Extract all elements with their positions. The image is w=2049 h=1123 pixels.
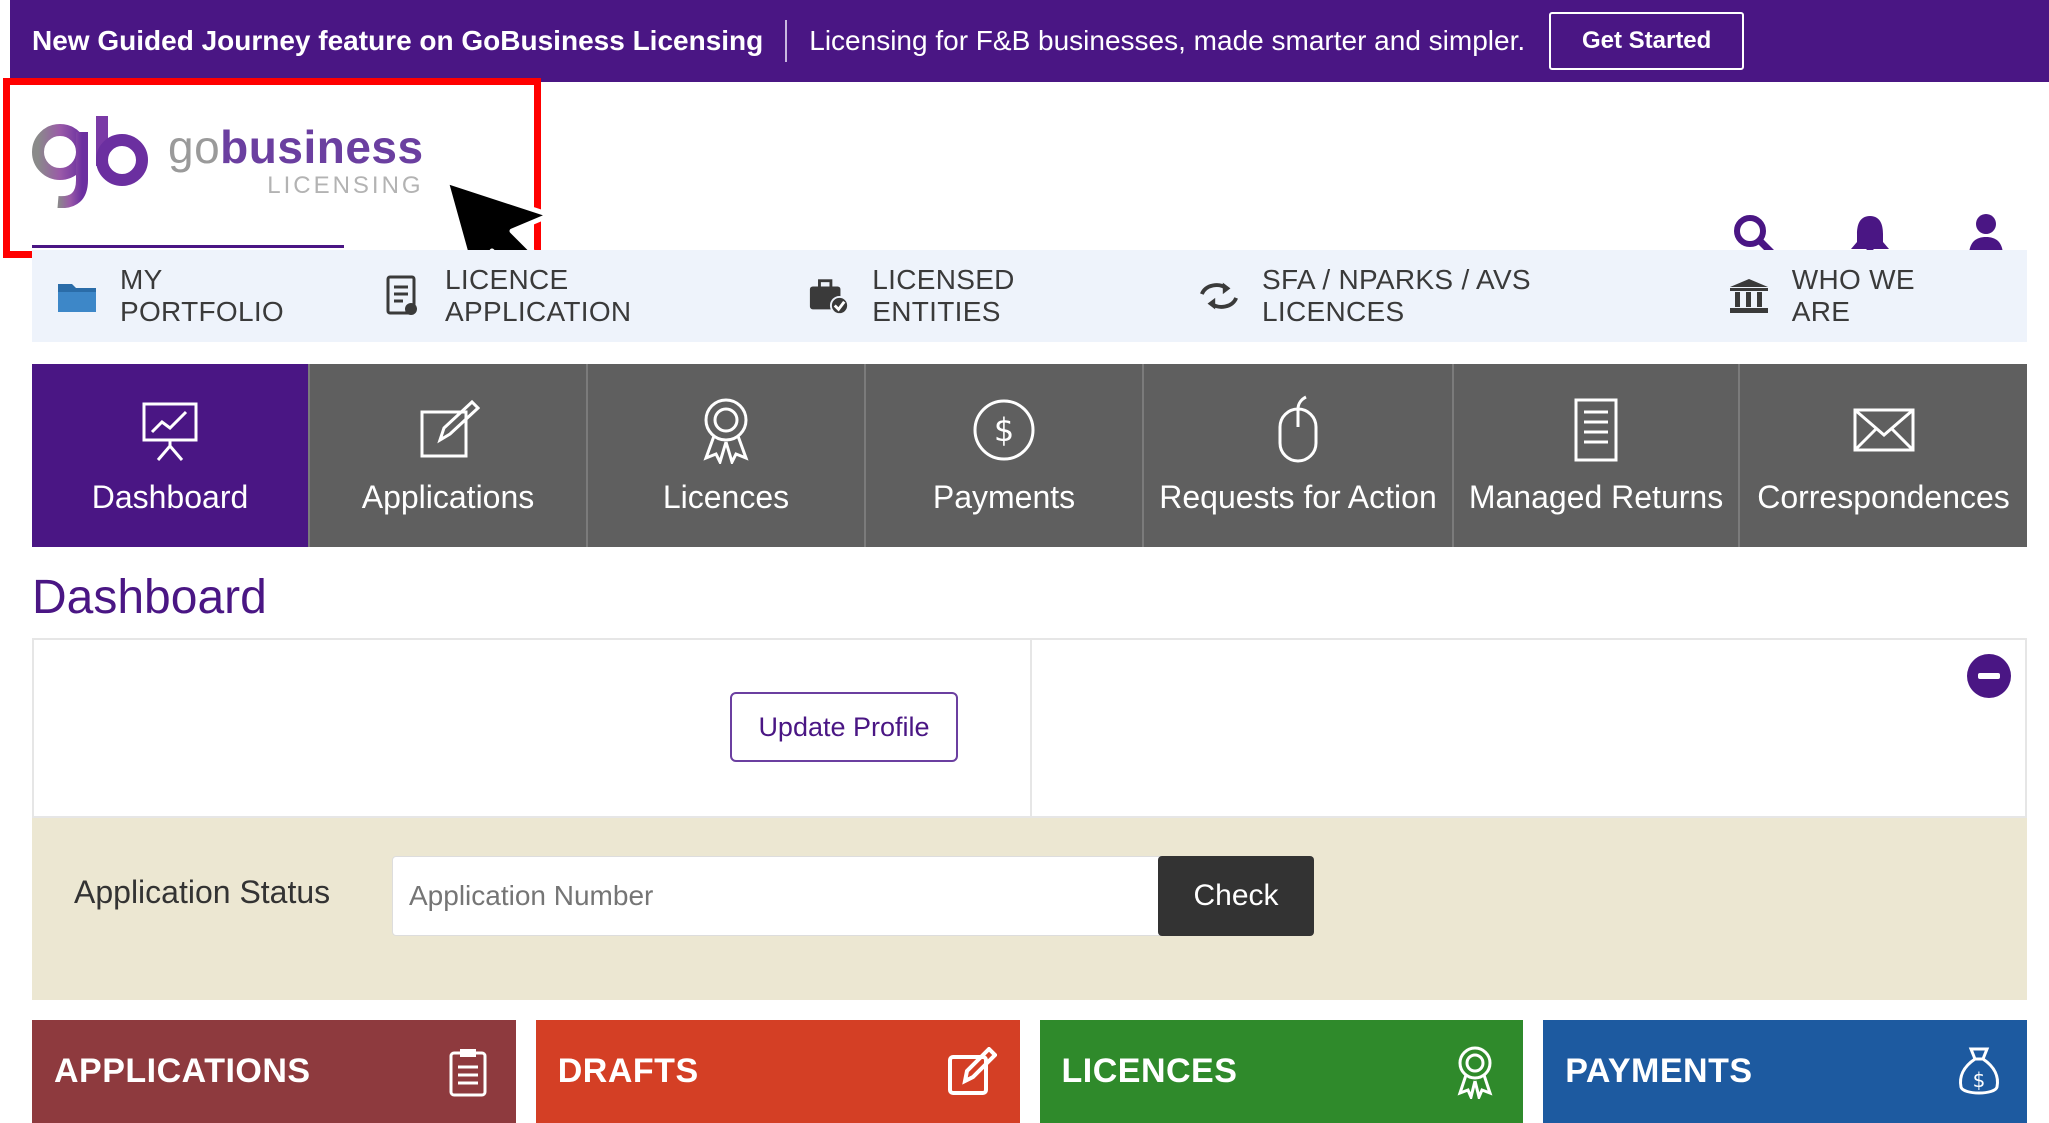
mouse-icon bbox=[1263, 395, 1333, 465]
tab-dashboard[interactable]: Dashboard bbox=[32, 364, 310, 547]
folder-icon bbox=[56, 275, 98, 317]
award-icon bbox=[1449, 1046, 1501, 1099]
card-licences[interactable]: LICENCES bbox=[1039, 1020, 1524, 1123]
tab-correspondences[interactable]: Correspondences bbox=[1740, 364, 2027, 547]
svg-text:$: $ bbox=[1973, 1068, 1986, 1092]
edit-icon bbox=[413, 395, 483, 465]
get-started-button[interactable]: Get Started bbox=[1549, 12, 1745, 70]
money-bag-icon: $ bbox=[1953, 1046, 2005, 1098]
presentation-icon bbox=[135, 395, 205, 465]
svg-text:$: $ bbox=[994, 411, 1014, 449]
collapse-minus-icon[interactable] bbox=[1967, 654, 2011, 698]
tab-managed-returns[interactable]: Managed Returns bbox=[1454, 364, 1740, 547]
page-title: Dashboard bbox=[32, 571, 267, 624]
announcement-description: Licensing for F&B businesses, made smart… bbox=[809, 25, 1526, 56]
nav-licence-application[interactable]: LICENCE APPLICATION bbox=[381, 264, 760, 328]
nav-my-portfolio[interactable]: MY PORTFOLIO bbox=[56, 264, 333, 328]
nav-licensed-entities[interactable]: LICENSED ENTITIES bbox=[808, 264, 1150, 328]
dollar-icon: $ bbox=[969, 395, 1039, 465]
clipboard-icon bbox=[442, 1046, 494, 1098]
nav-who-we-are[interactable]: WHO WE ARE bbox=[1728, 264, 1979, 328]
envelope-icon bbox=[1849, 395, 1919, 465]
card-drafts[interactable]: DRAFTS bbox=[535, 1020, 1020, 1123]
announcement-divider bbox=[785, 20, 788, 62]
update-profile-button[interactable]: Update Profile bbox=[730, 692, 958, 762]
tab-payments[interactable]: $ Payments bbox=[866, 364, 1144, 547]
edit-icon bbox=[946, 1046, 998, 1098]
tab-requests-for-action[interactable]: Requests for Action bbox=[1144, 364, 1454, 547]
application-status-section: Application Status Check bbox=[32, 818, 2027, 1000]
briefcase-check-icon bbox=[808, 275, 850, 317]
nav-sfa-nparks-avs[interactable]: SFA / NPARKS / AVS LICENCES bbox=[1198, 264, 1680, 328]
card-applications[interactable]: APPLICATIONS bbox=[32, 1020, 516, 1123]
summary-cards: APPLICATIONS DRAFTS LICENCES PAYMENTS $ bbox=[32, 1020, 2027, 1123]
card-payments[interactable]: PAYMENTS $ bbox=[1543, 1020, 2027, 1123]
announcement-title: New Guided Journey feature on GoBusiness… bbox=[32, 25, 764, 56]
application-status-label: Application Status bbox=[74, 874, 331, 910]
application-number-input[interactable] bbox=[392, 856, 1166, 936]
announcement-bar: New Guided Journey feature on GoBusiness… bbox=[10, 0, 2049, 82]
tab-licences[interactable]: Licences bbox=[588, 364, 866, 547]
panel-divider bbox=[1030, 640, 1032, 818]
exchange-icon bbox=[1198, 275, 1240, 317]
award-icon bbox=[691, 395, 761, 465]
profile-panel: Update Profile bbox=[32, 638, 2027, 818]
document-icon bbox=[381, 275, 423, 317]
check-button[interactable]: Check bbox=[1158, 856, 1314, 936]
institution-icon bbox=[1728, 275, 1770, 317]
dashboard-tabs: Dashboard Applications Licences $ Paymen… bbox=[32, 364, 2027, 547]
list-doc-icon bbox=[1561, 395, 1631, 465]
main-navigation: MY PORTFOLIO LICENCE APPLICATION LICENSE… bbox=[32, 250, 2027, 342]
tab-applications[interactable]: Applications bbox=[310, 364, 588, 547]
